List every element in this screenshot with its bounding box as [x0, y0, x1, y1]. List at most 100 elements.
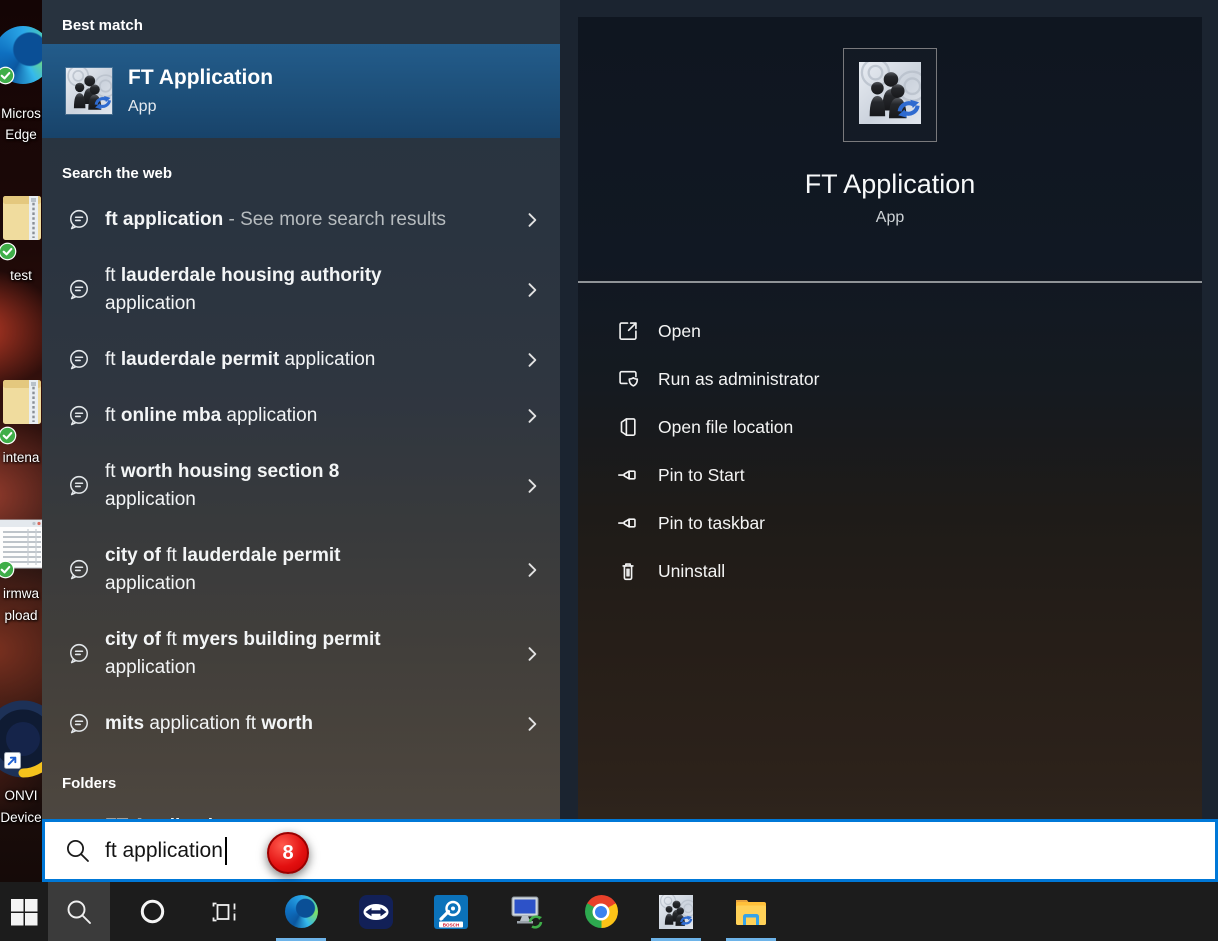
- best-match-header: Best match: [42, 16, 560, 36]
- run-admin-icon: [615, 366, 641, 392]
- taskbar-button-file-explorer[interactable]: [727, 882, 775, 941]
- action-open-file-location[interactable]: Open file location: [578, 403, 1202, 451]
- desktop-icon-label: test: [0, 266, 42, 286]
- taskbar-button-taskbar-search[interactable]: [48, 882, 110, 941]
- search-input-value[interactable]: ft application: [105, 839, 223, 863]
- search-suggestion[interactable]: city of ft myers building permitapplicat…: [42, 616, 560, 692]
- text-caret: [225, 837, 227, 865]
- sync-check-icon: [0, 426, 17, 445]
- annotation-badge-8: 8: [267, 832, 309, 874]
- action-label: Pin to Start: [658, 465, 745, 486]
- zip-folder-icon: [2, 376, 42, 431]
- web-suggestions-list: ft application - See more search results…: [42, 196, 560, 748]
- web-suggestion-icon: [66, 557, 92, 583]
- suggestion-text: city of ft myers building permitapplicat…: [105, 626, 514, 682]
- web-suggestion-icon: [66, 711, 92, 737]
- action-label: Pin to taskbar: [658, 513, 765, 534]
- suggestion-text: ft lauderdale housing authorityapplicati…: [105, 262, 514, 318]
- sync-check-icon: [0, 242, 17, 261]
- web-suggestion-icon: [66, 277, 92, 303]
- ft-application-icon: [66, 68, 112, 114]
- chevron-right-icon: [522, 210, 542, 230]
- taskbar-button-bosch[interactable]: BOSCH: [427, 882, 475, 941]
- zip-folder-icon: [2, 192, 42, 247]
- taskbar-button-teamviewer[interactable]: [352, 882, 400, 941]
- desktop-icon-label: Edge: [0, 125, 42, 145]
- web-suggestion-icon: [66, 207, 92, 233]
- uninstall-icon: [615, 558, 641, 584]
- action-label: Open: [658, 321, 701, 342]
- taskbar-button-ft-app[interactable]: [652, 882, 700, 941]
- desktop-icon-label: Micros: [0, 104, 42, 124]
- search-suggestion[interactable]: ft worth housing section 8application: [42, 448, 560, 524]
- web-suggestion-icon: [66, 641, 92, 667]
- taskbar-button-task-view[interactable]: [200, 882, 248, 941]
- detail-region: FT Application App Open Run as administr…: [560, 0, 1218, 819]
- pin-icon: [615, 462, 641, 488]
- chevron-right-icon: [522, 350, 542, 370]
- web-suggestion-icon: [66, 403, 92, 429]
- sync-check-icon: [0, 560, 15, 579]
- folder-result[interactable]: FT Application: [42, 804, 560, 819]
- pin-icon: [615, 510, 641, 536]
- app-icon-frame: [843, 48, 937, 142]
- suggestion-text: ft lauderdale permit application: [105, 346, 514, 374]
- running-indicator: [276, 938, 326, 941]
- chevron-right-icon: [522, 714, 542, 734]
- running-indicator: [651, 938, 701, 941]
- desktop-wallpaper-strip: Micros Edge test intena irmwa pload ONVI…: [0, 0, 42, 882]
- search-suggestion[interactable]: mits application ft worth: [42, 700, 560, 748]
- folders-header: Folders: [42, 774, 560, 794]
- taskbar-button-remote-desktop[interactable]: [502, 882, 550, 941]
- suggestion-text: ft online mba application: [105, 402, 514, 430]
- desktop-icon-label: irmwa: [0, 584, 42, 604]
- sync-check-icon: [0, 66, 15, 85]
- search-suggestion[interactable]: ft lauderdale housing authorityapplicati…: [42, 252, 560, 328]
- open-icon: [615, 318, 641, 344]
- action-open[interactable]: Open: [578, 307, 1202, 355]
- chevron-right-icon: [522, 280, 542, 300]
- taskbar-search-box[interactable]: ft application 8: [42, 819, 1218, 882]
- action-run-as-administrator[interactable]: Run as administrator: [578, 355, 1202, 403]
- search-suggestion[interactable]: city of ft lauderdale permitapplication: [42, 532, 560, 608]
- chevron-right-icon: [522, 406, 542, 426]
- action-label: Run as administrator: [658, 369, 819, 390]
- shortcut-arrow-icon: [4, 752, 21, 774]
- search-icon: [65, 838, 91, 864]
- context-actions-list: Open Run as administrator Open file loca…: [578, 307, 1202, 595]
- best-match-result[interactable]: FT Application App: [42, 44, 560, 138]
- taskbar-button-chrome[interactable]: [577, 882, 625, 941]
- taskbar-button-edge[interactable]: [277, 882, 325, 941]
- web-suggestion-icon: [66, 473, 92, 499]
- taskbar-button-start[interactable]: [0, 882, 48, 941]
- web-suggestion-icon: [66, 347, 92, 373]
- search-web-header: Search the web: [42, 164, 560, 184]
- action-label: Uninstall: [658, 561, 725, 582]
- app-detail-card: FT Application App Open Run as administr…: [578, 17, 1202, 819]
- open-location-icon: [615, 414, 641, 440]
- desktop-icon-label: Device: [0, 808, 42, 828]
- taskbar: BOSCH: [0, 882, 1218, 941]
- detail-app-subtitle: App: [578, 208, 1202, 228]
- action-uninstall[interactable]: Uninstall: [578, 547, 1202, 595]
- running-indicator: [726, 938, 776, 941]
- desktop-icon-label: intena: [0, 448, 42, 468]
- search-results-panel: Best match FT Application App Search the…: [42, 0, 560, 819]
- chevron-right-icon: [522, 476, 542, 496]
- divider: [578, 281, 1202, 283]
- search-suggestion[interactable]: ft application - See more search results: [42, 196, 560, 244]
- search-suggestion[interactable]: ft lauderdale permit application: [42, 336, 560, 384]
- action-pin-to-start[interactable]: Pin to Start: [578, 451, 1202, 499]
- suggestion-text: ft application - See more search results: [105, 206, 514, 234]
- desktop-icon-label: pload: [0, 606, 42, 626]
- suggestion-text: mits application ft worth: [105, 710, 514, 738]
- best-match-subtitle: App: [128, 98, 273, 116]
- suggestion-text: city of ft lauderdale permitapplication: [105, 542, 514, 598]
- best-match-title: FT Application: [128, 66, 273, 90]
- chevron-right-icon: [522, 560, 542, 580]
- chevron-right-icon: [522, 644, 542, 664]
- search-suggestion[interactable]: ft online mba application: [42, 392, 560, 440]
- suggestion-text: ft worth housing section 8application: [105, 458, 514, 514]
- action-pin-to-taskbar[interactable]: Pin to taskbar: [578, 499, 1202, 547]
- taskbar-button-cortana[interactable]: [128, 882, 176, 941]
